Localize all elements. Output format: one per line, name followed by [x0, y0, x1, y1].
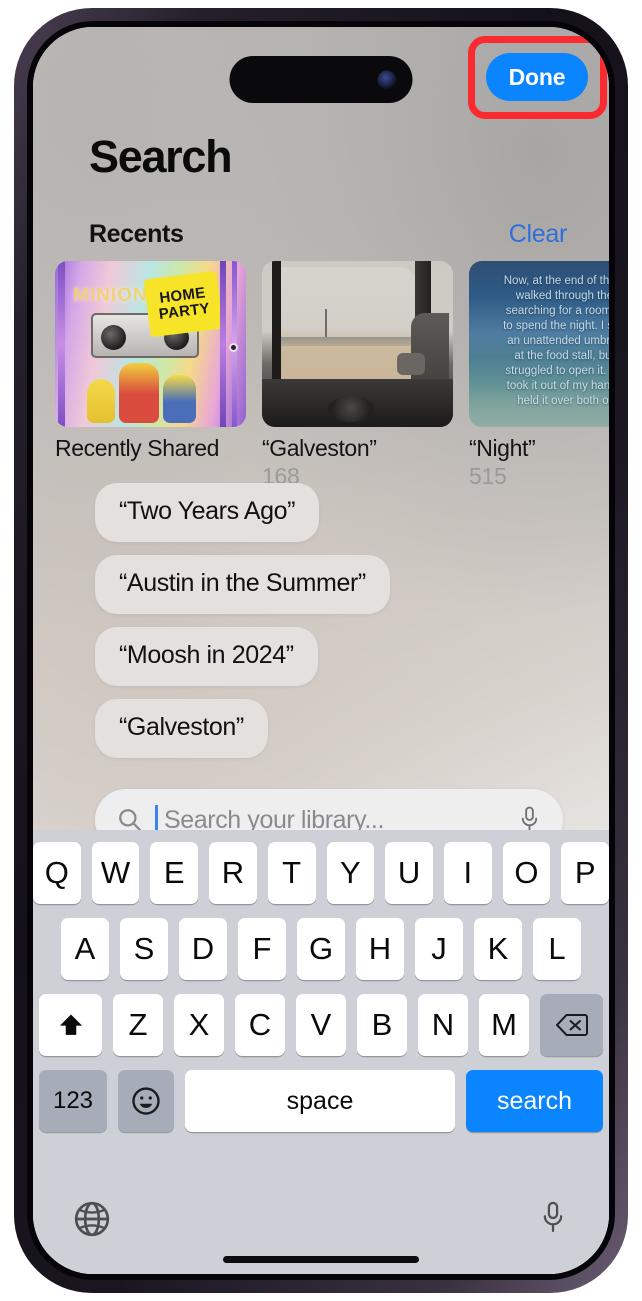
keyboard-row-3: Z X C V B N M: [33, 994, 609, 1056]
key-l[interactable]: L: [533, 918, 581, 980]
figure-center: [119, 363, 159, 423]
key-q[interactable]: Q: [33, 842, 81, 904]
shift-key[interactable]: [39, 994, 102, 1056]
overlay-line: searching for a room in: [505, 305, 609, 317]
key-s[interactable]: S: [120, 918, 168, 980]
key-w[interactable]: W: [91, 842, 140, 904]
phone-frame: Done Search Recents Clear MINIONS HOME P…: [14, 8, 628, 1293]
overlay-text-block: Now, at the end of the d walked through …: [469, 261, 609, 427]
card-title: Recently Shared: [55, 435, 220, 461]
page-title: Search: [89, 131, 233, 182]
key-r[interactable]: R: [209, 842, 257, 904]
key-e[interactable]: E: [150, 842, 199, 904]
key-p[interactable]: P: [561, 842, 609, 904]
overlay-line: walked through the: [515, 290, 609, 302]
keyboard-row-4: 123 space search: [33, 1070, 609, 1132]
key-v[interactable]: V: [296, 994, 346, 1056]
key-n[interactable]: N: [418, 994, 468, 1056]
space-key[interactable]: space: [185, 1070, 455, 1132]
recents-section-label: Recents: [89, 220, 184, 248]
utility-pole: [325, 308, 327, 337]
overlay-line: Now, at the end of the d: [503, 275, 609, 287]
suggestion-row: “Galveston”: [95, 699, 390, 771]
overlay-line: an unattended umbrell: [507, 335, 609, 347]
phone-screen: Done Search Recents Clear MINIONS HOME P…: [33, 27, 609, 1274]
figure-right: [163, 375, 196, 423]
poster-stripe-right-1: [220, 261, 226, 427]
key-b[interactable]: B: [357, 994, 407, 1056]
emoji-key[interactable]: [118, 1070, 174, 1132]
character-figures: [83, 361, 207, 423]
emoji-smiley-icon: [132, 1087, 160, 1115]
done-button-group: Done: [468, 36, 607, 119]
horizon-line: [279, 336, 419, 346]
key-o[interactable]: O: [502, 842, 551, 904]
recent-card-night[interactable]: Now, at the end of the d walked through …: [469, 261, 609, 490]
card-thumbnail-night-ocean[interactable]: Now, at the end of the d walked through …: [469, 261, 609, 427]
keyboard-row-1: Q W E R T Y U I O P: [33, 842, 609, 904]
key-y[interactable]: Y: [326, 842, 375, 904]
recent-card-galveston[interactable]: “Galveston” 168: [262, 261, 453, 490]
backspace-icon: [555, 1014, 588, 1036]
key-j[interactable]: J: [415, 918, 463, 980]
front-camera-icon: [377, 70, 397, 89]
globe-icon[interactable]: [73, 1200, 111, 1238]
car-door-handle: [397, 353, 425, 375]
clear-recents-button[interactable]: Clear: [509, 220, 568, 249]
recents-card-list: MINIONS HOME PARTY Recently Shared “Galv…: [55, 261, 609, 490]
suggestion-pill-list: “Two Years Ago” “Austin in the Summer” “…: [95, 483, 390, 771]
card-title: “Night”: [469, 435, 536, 461]
home-indicator[interactable]: [223, 1256, 419, 1263]
overlay-line: at the food stall, but: [514, 350, 609, 362]
sticker-line-2: PARTY: [157, 299, 211, 324]
overlay-line: took it out of my hands: [506, 380, 609, 392]
key-g[interactable]: G: [297, 918, 345, 980]
suggestion-pill[interactable]: “Two Years Ago”: [95, 483, 320, 542]
key-k[interactable]: K: [474, 918, 522, 980]
shift-arrow-icon: [59, 1014, 82, 1035]
key-z[interactable]: Z: [113, 994, 163, 1056]
key-d[interactable]: D: [179, 918, 227, 980]
poster-dot-icon: [229, 343, 238, 352]
key-x[interactable]: X: [174, 994, 224, 1056]
key-m[interactable]: M: [479, 994, 529, 1056]
card-title: “Galveston”: [262, 435, 377, 461]
done-button[interactable]: Done: [486, 53, 588, 101]
suggestion-row: “Two Years Ago”: [95, 483, 390, 555]
keyboard-row-2: A S D F G H J K L: [33, 918, 609, 980]
numeric-keyboard-key[interactable]: 123: [39, 1070, 107, 1132]
car-pillar-left: [272, 261, 281, 387]
key-i[interactable]: I: [443, 842, 492, 904]
overlay-line: to spend the night. I sna: [503, 320, 609, 332]
phone-bezel: Done Search Recents Clear MINIONS HOME P…: [27, 21, 615, 1280]
recents-header-row: Recents Clear: [89, 220, 567, 249]
key-h[interactable]: H: [356, 918, 404, 980]
key-c[interactable]: C: [235, 994, 285, 1056]
car-air-vent: [328, 396, 374, 422]
card-count: 515: [469, 463, 507, 490]
card-thumbnail-minions-poster[interactable]: MINIONS HOME PARTY: [55, 261, 246, 427]
suggestion-row: “Moosh in 2024”: [95, 627, 390, 699]
key-f[interactable]: F: [238, 918, 286, 980]
figure-left: [87, 379, 115, 423]
suggestion-pill[interactable]: “Galveston”: [95, 699, 268, 758]
suggestion-pill[interactable]: “Austin in the Summer”: [95, 555, 390, 614]
overlay-line: struggled to open it. Sa: [505, 365, 609, 377]
overlay-line: held it over both of: [517, 395, 609, 407]
home-party-sticker: HOME PARTY: [143, 270, 224, 338]
recent-card-recently-shared[interactable]: MINIONS HOME PARTY Recently Shared: [55, 261, 246, 490]
suggestion-pill[interactable]: “Moosh in 2024”: [95, 627, 318, 686]
on-screen-keyboard: Q W E R T Y U I O P A S D F G H J K L Z …: [33, 830, 609, 1274]
dynamic-island: [229, 56, 413, 103]
backspace-key[interactable]: [540, 994, 603, 1056]
poster-stripe-left: [58, 261, 65, 427]
dictation-microphone-icon[interactable]: [539, 1198, 567, 1238]
search-return-key[interactable]: search: [466, 1070, 603, 1132]
key-u[interactable]: U: [385, 842, 433, 904]
key-t[interactable]: T: [267, 842, 316, 904]
card-thumbnail-car-window[interactable]: [262, 261, 453, 427]
key-a[interactable]: A: [61, 918, 109, 980]
suggestion-row: “Austin in the Summer”: [95, 555, 390, 627]
